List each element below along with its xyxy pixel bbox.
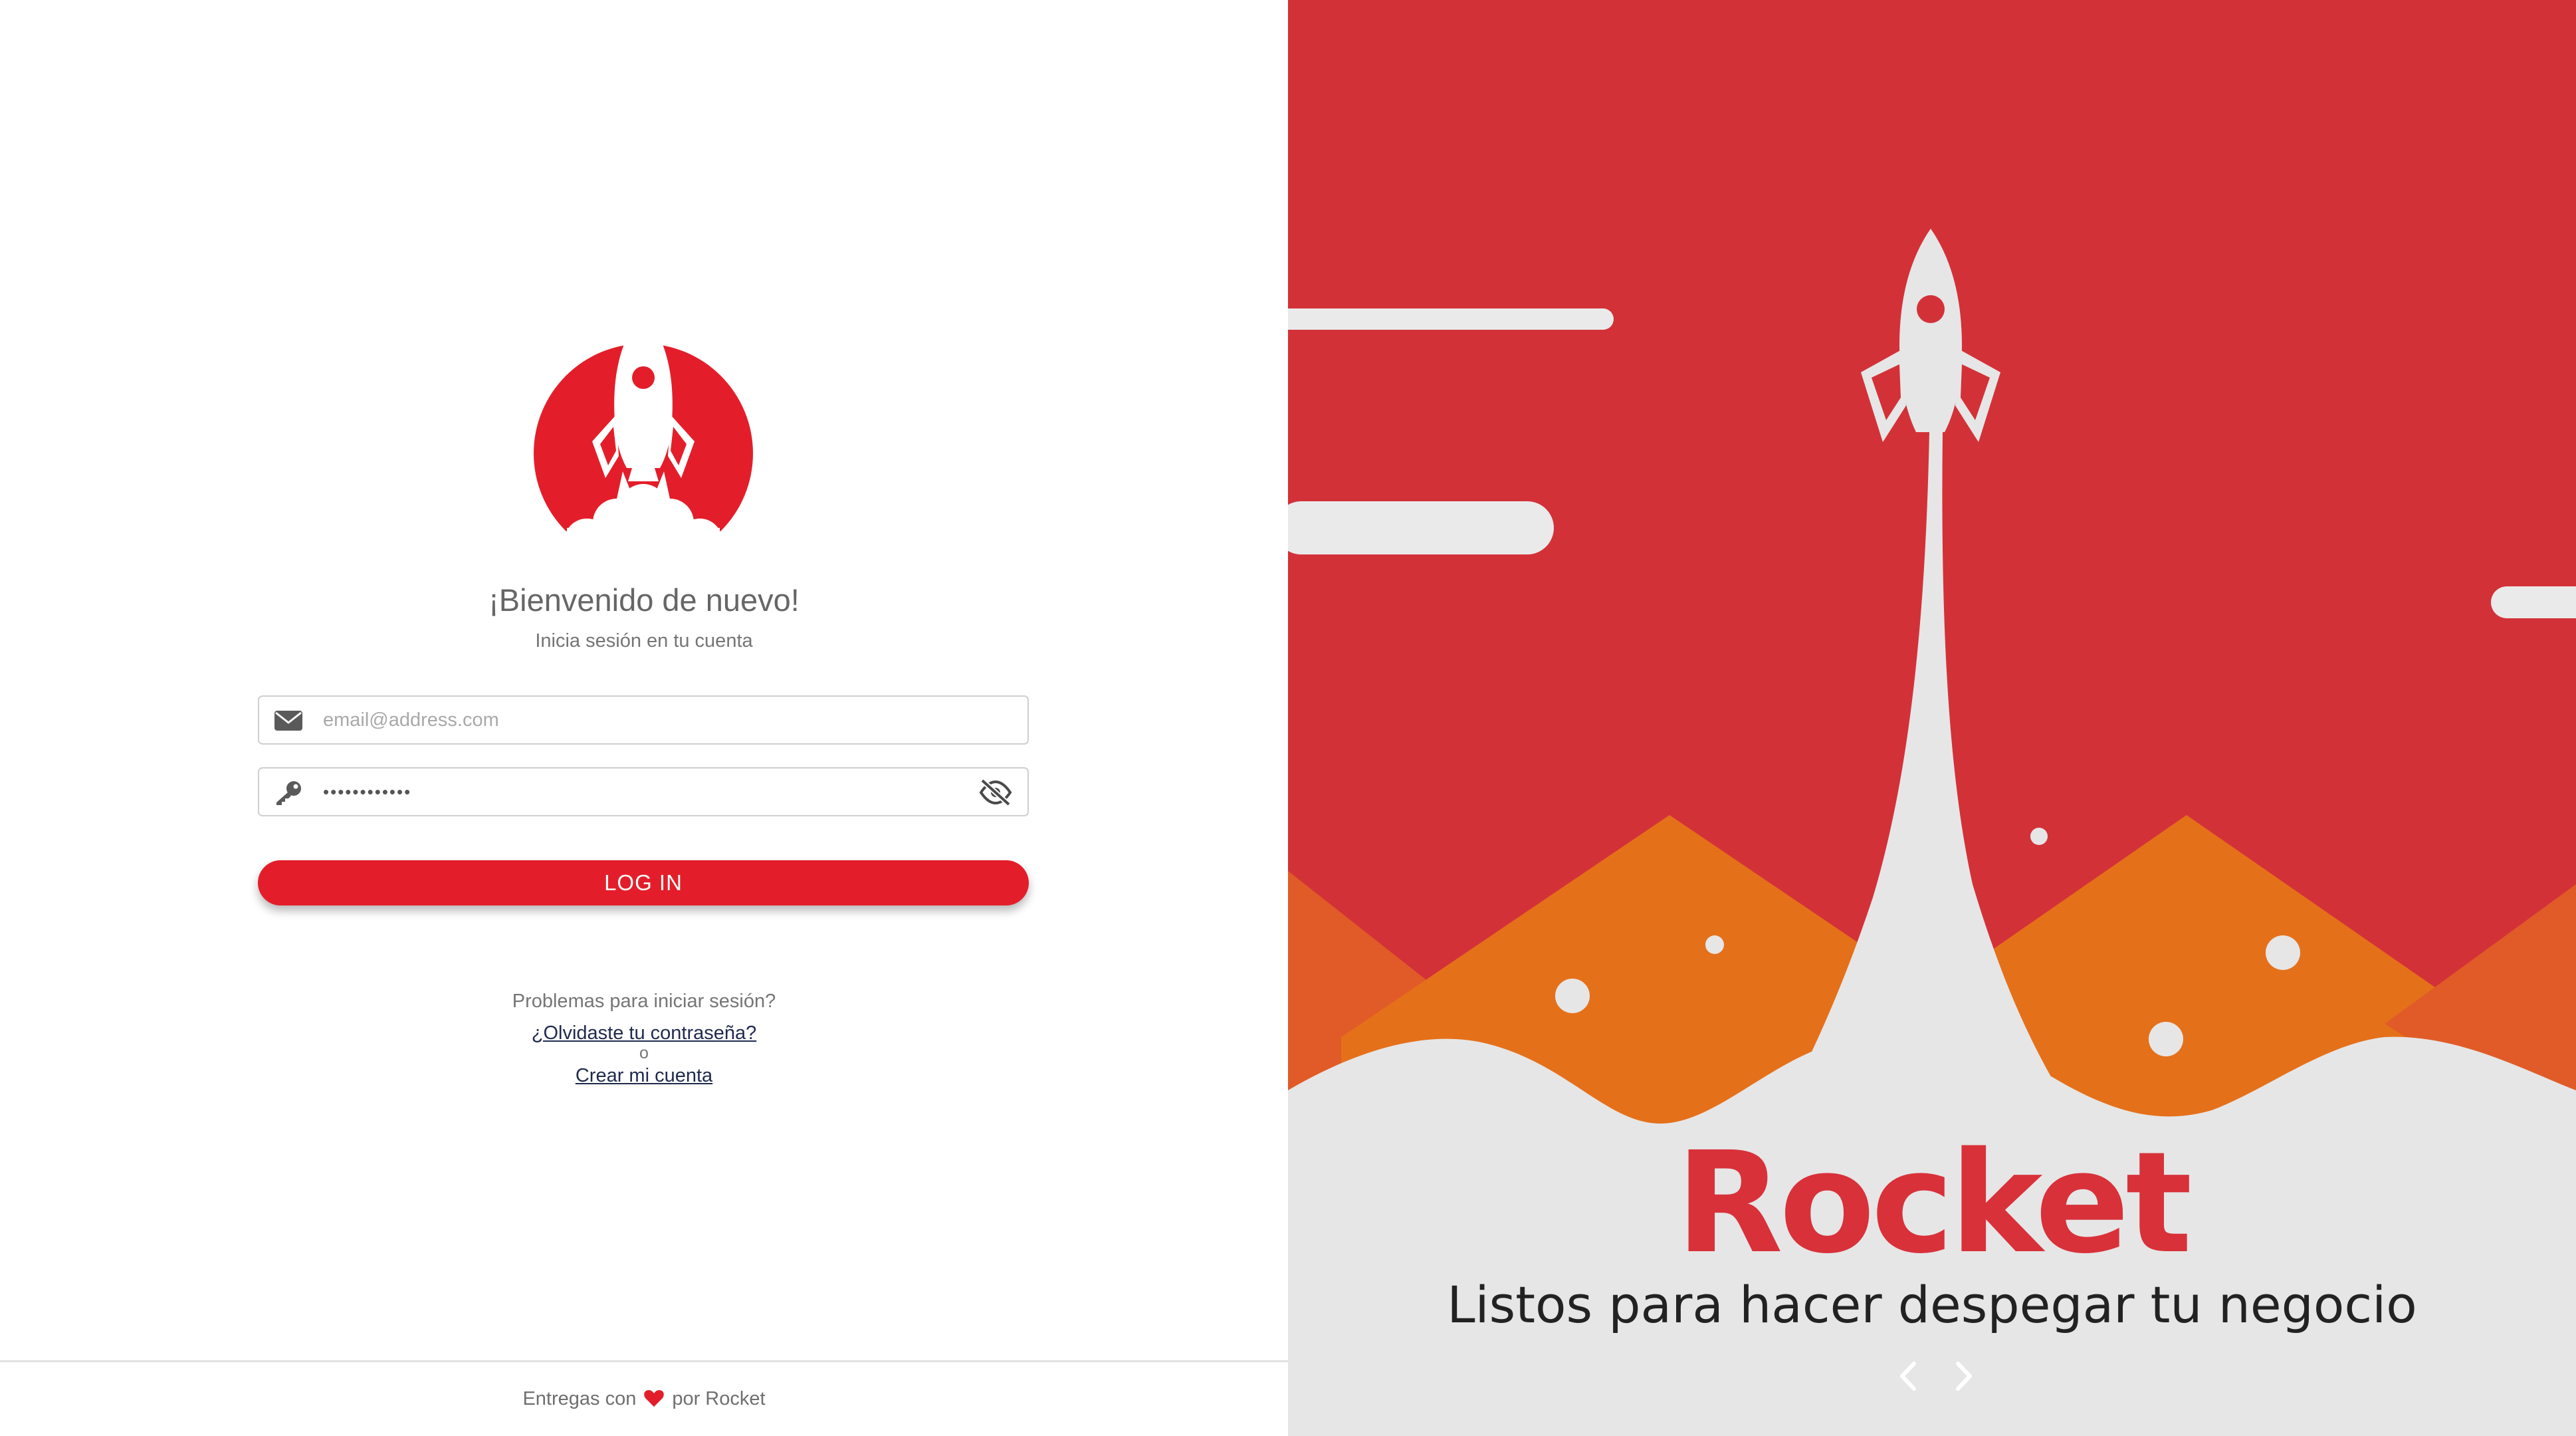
- chevron-left-icon[interactable]: [1895, 1360, 1922, 1393]
- hero-tagline: Listos para hacer despegar tu negocio: [1447, 1275, 2417, 1334]
- envelope-icon: [274, 711, 302, 731]
- hero-panel: Rocket Listos para hacer despegar tu neg…: [1288, 0, 2576, 1436]
- login-subtitle: Inicia sesión en tu cuenta: [535, 630, 753, 652]
- key-icon: [276, 781, 301, 805]
- rocket-logo-icon: [534, 310, 753, 548]
- login-button[interactable]: LOG IN: [258, 860, 1029, 905]
- eye-slash-icon[interactable]: [977, 778, 1014, 807]
- email-field[interactable]: [258, 695, 1029, 745]
- password-field[interactable]: [258, 767, 1029, 816]
- login-panel: ¡Bienvenido de nuevo! Inicia sesión en t…: [0, 0, 1288, 1436]
- footer: Entregas con por Rocket: [0, 1385, 1288, 1412]
- chevron-right-icon[interactable]: [1950, 1360, 1977, 1393]
- brand-wordmark: Rocket: [1675, 1122, 2192, 1284]
- or-separator: o: [639, 1044, 649, 1062]
- email-input[interactable]: [323, 697, 934, 743]
- footer-suffix: por Rocket: [672, 1388, 766, 1409]
- create-account-link[interactable]: Crear mi cuenta: [0, 1062, 1288, 1089]
- footer-divider: [0, 1360, 1288, 1362]
- footer-prefix: Entregas con: [522, 1388, 637, 1409]
- password-input[interactable]: [323, 769, 934, 815]
- heart-icon: [644, 1390, 665, 1407]
- login-trouble-text: Problemas para iniciar sesión?: [512, 991, 776, 1012]
- welcome-title: ¡Bienvenido de nuevo!: [488, 582, 800, 618]
